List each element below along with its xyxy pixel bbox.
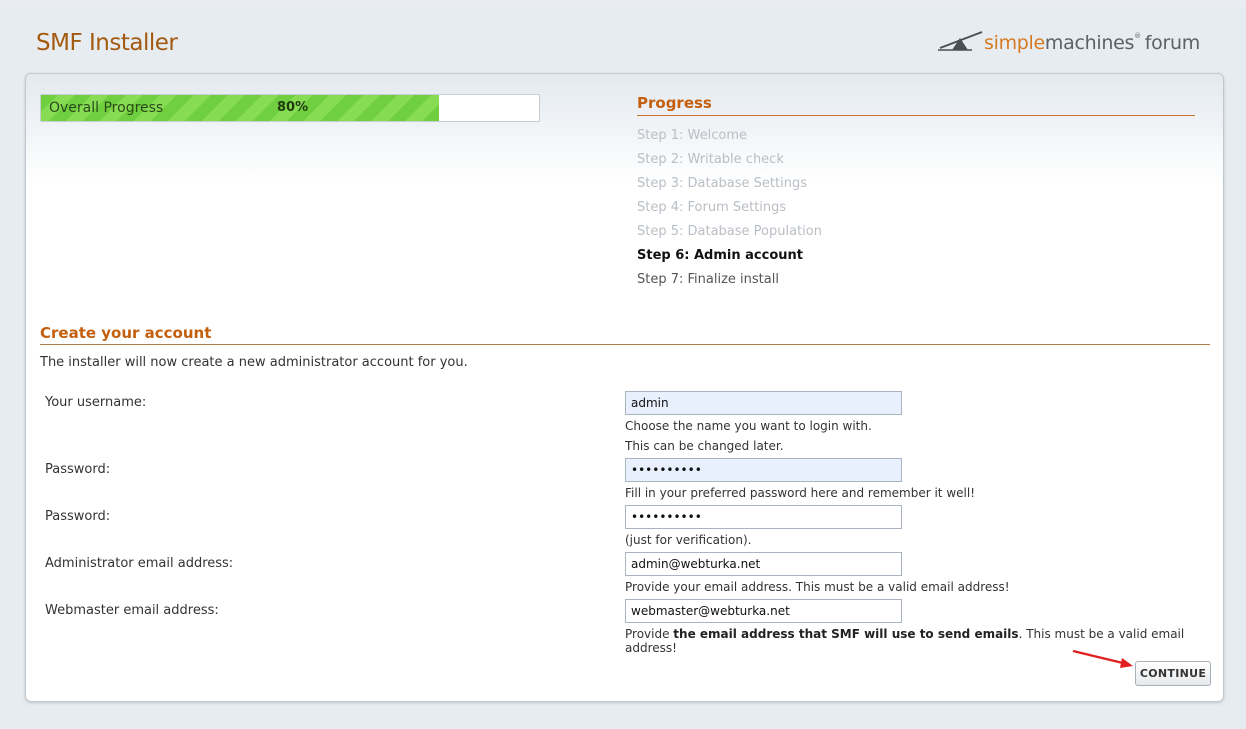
step-item: Step 7: Finalize install — [637, 272, 779, 287]
section-title: Create your account — [40, 324, 1210, 345]
username-input[interactable] — [625, 391, 902, 415]
progress-percent: 80% — [277, 100, 309, 115]
step-item: Step 1: Welcome — [637, 128, 747, 143]
password-verify-label: Password: — [45, 509, 111, 524]
logo-wordmark: simplemachines® forum — [984, 32, 1200, 54]
webmaster-email-label: Webmaster email address: — [45, 603, 219, 618]
logo-forum: forum — [1144, 32, 1200, 54]
red-arrow-icon — [1072, 649, 1133, 668]
steps-heading: Progress — [637, 94, 1195, 116]
steps-block: Progress Step 1: Welcome Step 2: Writabl… — [637, 94, 1195, 292]
intro-text: The installer will now create a new admi… — [40, 355, 468, 370]
overall-progress-bar: Overall Progress 80% — [40, 94, 540, 122]
hint-bold: the email address that SMF will use to s… — [673, 627, 1019, 641]
continue-button[interactable]: CONTINUE — [1135, 661, 1211, 686]
step-item: Step 2: Writable check — [637, 152, 784, 167]
step-item: Step 3: Database Settings — [637, 176, 807, 191]
smf-logo-icon — [938, 31, 983, 51]
steps-list: Step 1: Welcome Step 2: Writable check S… — [637, 124, 1195, 292]
admin-email-label: Administrator email address: — [45, 556, 234, 571]
admin-email-hint: Provide your email address. This must be… — [625, 580, 1010, 594]
password-label: Password: — [45, 462, 111, 477]
smf-logo: simplemachines® forum — [938, 28, 1218, 58]
page-title: SMF Installer — [36, 30, 178, 56]
installer-panel: Overall Progress 80% Progress Step 1: We… — [25, 73, 1224, 702]
progress-label: Overall Progress — [49, 100, 164, 116]
hint-pre: Provide — [625, 627, 674, 641]
password-input[interactable] — [625, 458, 902, 482]
step-item: Step 5: Database Population — [637, 224, 822, 239]
step-item-current: Step 6: Admin account — [637, 248, 803, 263]
webmaster-email-input[interactable] — [625, 599, 902, 623]
password-hint: Fill in your preferred password here and… — [625, 486, 976, 500]
username-hint-2: This can be changed later. — [625, 439, 784, 453]
logo-simple: simple — [984, 32, 1045, 54]
admin-email-input[interactable] — [625, 552, 902, 576]
logo-machines: machines — [1044, 32, 1135, 54]
logo-reg: ® — [1134, 32, 1141, 40]
password-verify-input[interactable] — [625, 505, 902, 529]
username-label: Your username: — [45, 395, 147, 410]
password-verify-hint: (just for verification). — [625, 533, 752, 547]
step-item: Step 4: Forum Settings — [637, 200, 787, 215]
username-hint: Choose the name you want to login with. — [625, 419, 872, 433]
